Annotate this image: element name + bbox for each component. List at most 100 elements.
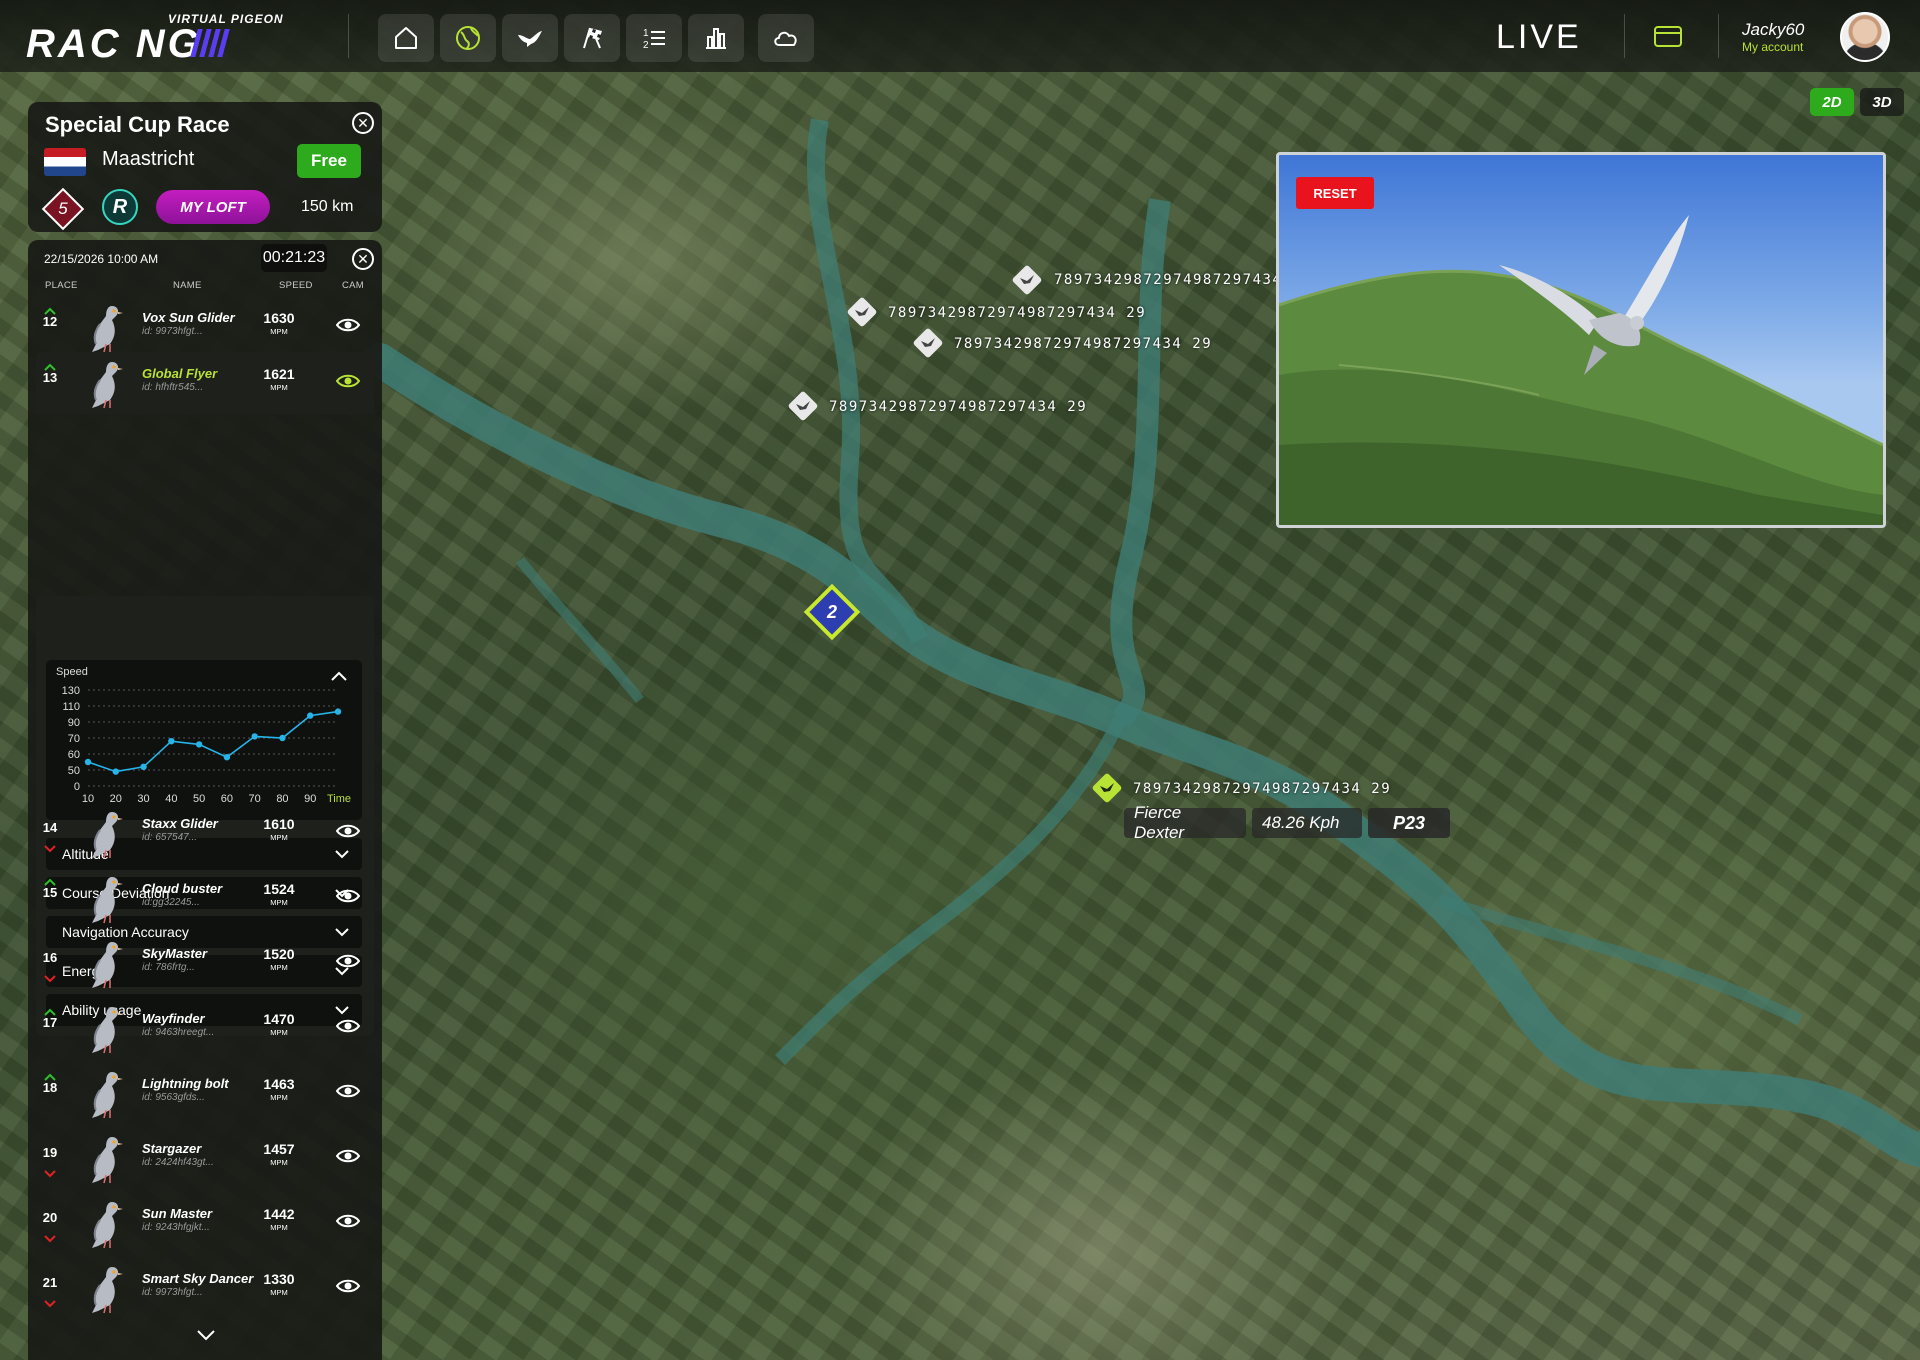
row-pigeon-name: Cloud buster bbox=[142, 881, 223, 896]
nav-rankings-button[interactable]: 12 bbox=[626, 14, 682, 62]
camera-eye-icon[interactable] bbox=[335, 1082, 361, 1100]
row-pigeon-id: id: 786frtg... bbox=[142, 962, 195, 973]
checkered-flags-icon bbox=[583, 27, 602, 49]
my-loft-button[interactable]: MY LOFT bbox=[156, 190, 270, 224]
pigeon-avatar bbox=[82, 1196, 130, 1250]
leaderboard-row[interactable]: 20 Sun Master id: 9243hfgjkt... 1442 MPM bbox=[36, 1192, 374, 1254]
leaderboard-row[interactable]: 17 Wayfinder id: 9463hreegt... 1470 MPM bbox=[36, 997, 374, 1059]
speed-point bbox=[223, 754, 231, 761]
camera-eye-icon[interactable] bbox=[335, 372, 361, 390]
terrain-3d-scene bbox=[1279, 215, 1883, 525]
row-speed-unit: MPM bbox=[270, 898, 288, 907]
view-3d-toggle[interactable]: 3D bbox=[1860, 88, 1904, 116]
nav-home-button[interactable] bbox=[378, 14, 434, 62]
leaderboard-row[interactable]: 13 Global Flyer id: hfhftr545... 1621 MPM bbox=[36, 352, 374, 414]
y-tick-label: 110 bbox=[62, 701, 80, 713]
close-race-button[interactable]: ✕ bbox=[352, 112, 374, 134]
camera-eye-icon[interactable] bbox=[335, 887, 361, 905]
row-speed-unit: MPM bbox=[270, 1223, 288, 1232]
wallet-icon[interactable] bbox=[1654, 24, 1682, 48]
pigeon-marker[interactable] bbox=[1009, 262, 1045, 298]
pigeon-avatar bbox=[82, 300, 130, 354]
pigeon-marker[interactable] bbox=[844, 294, 880, 330]
speed-chart: Speed 0 50 60 70 90 110 130 10 20 30 40 50 60 70 80 90 T… bbox=[46, 660, 362, 820]
row-pigeon-name: Global Flyer bbox=[142, 366, 218, 381]
r-badge-icon: R bbox=[102, 189, 138, 225]
leaderboard-row[interactable]: 18 Lightning bolt id: 9563gfds... 1463 MPM bbox=[36, 1062, 374, 1124]
camera-eye-icon[interactable] bbox=[335, 1277, 361, 1295]
my-account-link[interactable]: My account bbox=[1742, 40, 1803, 54]
camera-eye-icon[interactable] bbox=[335, 1017, 361, 1035]
close-icon: ✕ bbox=[357, 251, 369, 267]
row-pigeon-name: Vox Sun Glider bbox=[142, 310, 235, 325]
race-datetime: 22/15/2026 10:00 AM bbox=[44, 252, 159, 266]
pigeon-3d-view[interactable]: RESET bbox=[1276, 152, 1886, 528]
logo-stripes bbox=[190, 29, 232, 57]
row-place: 15 bbox=[42, 885, 58, 900]
username: Jacky60 bbox=[1742, 20, 1805, 39]
row-pigeon-id: id: hfhftr545... bbox=[142, 382, 204, 393]
pigeon-avatar bbox=[82, 1001, 130, 1055]
nav-stats-button[interactable] bbox=[688, 14, 744, 62]
pigeon-avatar bbox=[82, 806, 130, 860]
speed-chart-plot: 05060709011013010 20 30 40 50 60 70 80 90 Time bbox=[62, 685, 351, 805]
leaderboard-row[interactable]: 12 Vox Sun Glider id: 9973hfgt... 1630 MPM bbox=[36, 296, 374, 358]
camera-eye-icon[interactable] bbox=[335, 1147, 361, 1165]
y-tick-label: 0 bbox=[74, 781, 80, 793]
speed-point bbox=[307, 712, 314, 719]
arrow-down-icon bbox=[44, 1165, 56, 1178]
netherlands-flag-icon bbox=[44, 148, 86, 176]
camera-eye-icon[interactable] bbox=[335, 952, 361, 970]
row-place: 21 bbox=[42, 1275, 58, 1290]
pigeon-marker-icon bbox=[788, 391, 818, 421]
leaderboard-row[interactable]: 21 Smart Sky Dancer id: 9973hfgt... 1330 MPM bbox=[36, 1257, 374, 1319]
speed-point bbox=[84, 758, 92, 766]
avatar[interactable] bbox=[1840, 12, 1890, 62]
race-title: Special Cup Race bbox=[45, 112, 230, 137]
globe-icon bbox=[456, 26, 480, 50]
app-logo[interactable]: VIRTUAL PIGEON RAC NG bbox=[26, 12, 316, 64]
pigeon-avatar bbox=[82, 1066, 130, 1120]
row-speed-unit: MPM bbox=[270, 963, 288, 972]
pigeon-marker[interactable] bbox=[785, 388, 821, 424]
column-header-speed: SPEED bbox=[279, 280, 313, 291]
row-pigeon-name: Smart Sky Dancer bbox=[142, 1271, 254, 1286]
leaderboard-row[interactable]: 19 Stargazer id: 2424hf43gt... 1457 MPM bbox=[36, 1127, 374, 1189]
free-entry-button[interactable]: Free bbox=[297, 144, 361, 178]
pigeon-avatar bbox=[82, 936, 130, 990]
focused-pigeon-marker[interactable] bbox=[1089, 770, 1125, 806]
live-indicator[interactable]: LIVE bbox=[1496, 18, 1582, 57]
nav-map-button[interactable] bbox=[440, 14, 496, 62]
race-distance: 150 km bbox=[301, 198, 354, 215]
row-place: 17 bbox=[42, 1015, 58, 1030]
speed-line bbox=[87, 710, 339, 773]
close-leaderboard-button[interactable]: ✕ bbox=[352, 248, 374, 270]
view-2d-toggle[interactable]: 2D bbox=[1810, 88, 1854, 116]
leaderboard-row[interactable]: 16 SkyMaster id: 786frtg... 1520 MPM bbox=[36, 932, 374, 994]
speed-point bbox=[279, 734, 286, 742]
leaderboard-panel[interactable]: 22/15/2026 10:00 AM 00:21:23 ✕ PLACE NAM… bbox=[28, 240, 382, 1360]
pigeon-marker-label: 78973429872974987297434 29 bbox=[888, 305, 1147, 321]
pigeon-marker[interactable] bbox=[910, 325, 946, 361]
divider bbox=[348, 14, 349, 58]
camera-eye-icon[interactable] bbox=[335, 1212, 361, 1230]
cloud-icon bbox=[774, 31, 797, 46]
chevron-down-icon[interactable] bbox=[195, 1328, 217, 1342]
row-speed-unit: MPM bbox=[270, 1093, 288, 1102]
row-speed: 1442 bbox=[263, 1206, 295, 1222]
reset-camera-button[interactable]: RESET bbox=[1296, 177, 1374, 209]
row-place: 13 bbox=[42, 370, 58, 385]
camera-eye-icon[interactable] bbox=[335, 316, 361, 334]
column-header-place: PLACE bbox=[45, 280, 78, 291]
y-tick-label: 90 bbox=[68, 717, 80, 729]
pigeon-marker-label: 78973429872974987297434 29 bbox=[1054, 272, 1313, 288]
camera-eye-icon[interactable] bbox=[335, 822, 361, 840]
pigeon-marker-label: 78973429872974987297434 29 bbox=[829, 399, 1088, 415]
row-speed: 1621 bbox=[263, 366, 295, 382]
nav-weather-button[interactable] bbox=[758, 14, 814, 62]
leaderboard-row[interactable]: 14 Staxx Glider id: 657547... 1610 MPM bbox=[36, 802, 374, 864]
row-pigeon-name: Wayfinder bbox=[142, 1011, 205, 1026]
nav-races-button[interactable] bbox=[564, 14, 620, 62]
nav-pigeons-button[interactable] bbox=[502, 14, 558, 62]
leaderboard-row[interactable]: 15 Cloud buster id:gg32245... 1524 MPM bbox=[36, 867, 374, 929]
